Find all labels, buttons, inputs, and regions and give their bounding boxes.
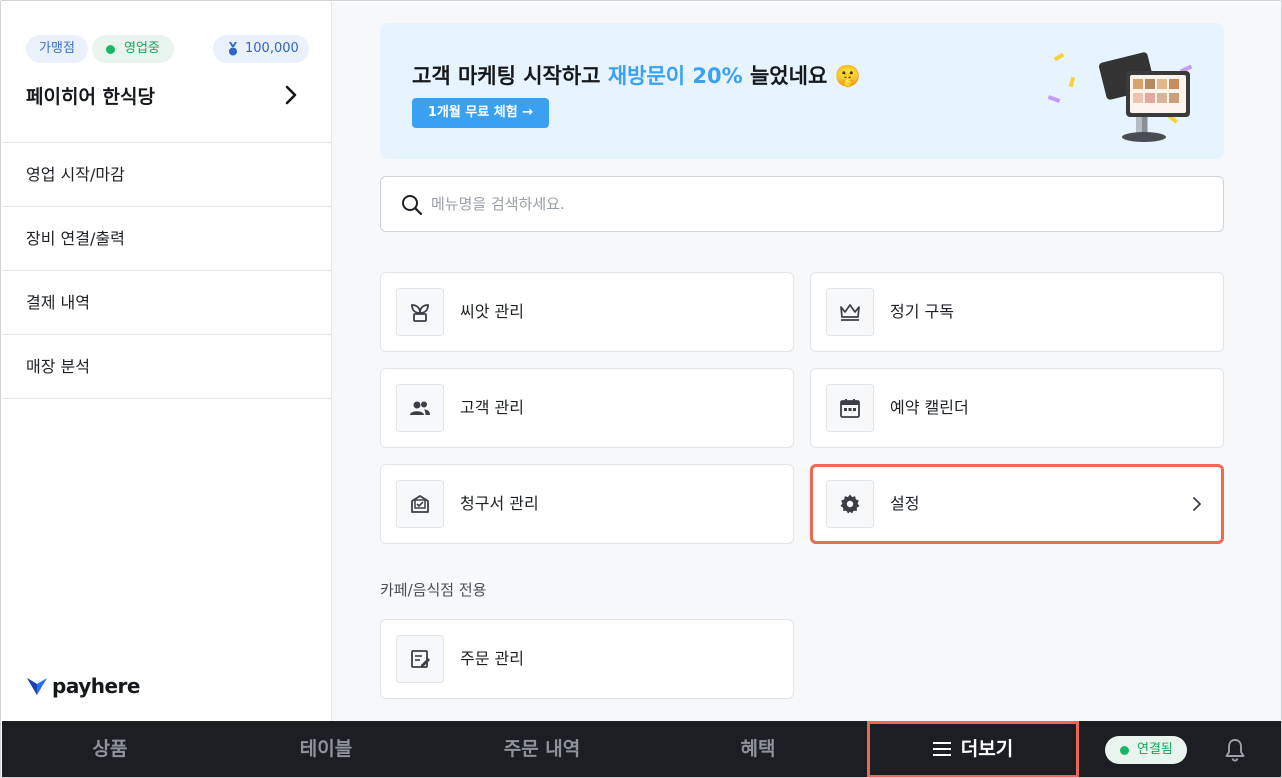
medal-icon [229, 42, 237, 56]
sidebar-item-analytics[interactable]: 매장 분석 [2, 335, 331, 399]
connection-status-badge[interactable]: 연결됨 [1105, 736, 1187, 764]
franchise-badge: 가맹점 [26, 35, 88, 63]
menu-card-orders[interactable]: 주문 관리 [380, 619, 794, 699]
menu-icon [932, 742, 951, 756]
tab-tables[interactable]: 테이블 [218, 721, 434, 777]
marketing-banner[interactable]: 고객 마케팅 시작하고 재방문이 20% 늘었네요 🤫 1개월 무료 체험 → [380, 23, 1224, 159]
chevron-right-icon[interactable] [283, 85, 299, 105]
calendar-icon [826, 384, 874, 432]
menu-card-label: 고객 관리 [460, 398, 524, 417]
status-dot-icon [106, 45, 115, 54]
payhere-logo: payhere [26, 673, 140, 699]
menu-card-subscription[interactable]: 정기 구독 [810, 272, 1224, 352]
main-content: 고객 마케팅 시작하고 재방문이 20% 늘었네요 🤫 1개월 무료 체험 → [332, 2, 1281, 721]
menu-card-label: 씨앗 관리 [460, 302, 524, 321]
open-status-label: 영업중 [124, 41, 160, 56]
points-value: 100,000 [245, 41, 299, 56]
menu-card-settings[interactable]: 설정 [810, 464, 1224, 544]
search-input[interactable] [431, 178, 1191, 230]
logo-text: payhere [52, 674, 140, 698]
chevron-right-icon [1193, 497, 1201, 511]
search-icon [402, 195, 423, 216]
edit-note-icon [396, 635, 444, 683]
payhere-logo-icon [27, 678, 47, 695]
open-status-badge: 영업중 [92, 35, 174, 63]
sidebar-item-devices[interactable]: 장비 연결/출력 [2, 207, 331, 271]
free-trial-button[interactable]: 1개월 무료 체험 → [412, 98, 549, 128]
banner-title-suffix: 늘었네요 🤫 [742, 64, 861, 88]
menu-card-label: 예약 캘린더 [890, 398, 969, 417]
banner-title-highlight: 재방문이 20% [607, 64, 743, 88]
sidebar-item-open-close[interactable]: 영업 시작/마감 [2, 143, 331, 207]
crown-icon [826, 288, 874, 336]
store-name: 페이히어 한식당 [26, 86, 155, 108]
tab-order-history[interactable]: 주문 내역 [434, 721, 650, 777]
connection-status-label: 연결됨 [1137, 742, 1173, 757]
menu-card-label: 정기 구독 [890, 302, 954, 321]
mail-check-icon [396, 480, 444, 528]
menu-card-label: 청구서 관리 [460, 494, 539, 513]
menu-card-reservation[interactable]: 예약 캘린더 [810, 368, 1224, 448]
menu-card-label: 설정 [890, 494, 920, 513]
tab-more[interactable]: 더보기 [867, 721, 1079, 777]
app-window: 가맹점 영업중 100,000 페이히어 한식당 영업 시작/마감 장비 연결/… [0, 0, 1282, 778]
tab-benefits[interactable]: 혜택 [650, 721, 866, 777]
banner-title-prefix: 고객 마케팅 시작하고 [412, 64, 608, 88]
bell-icon[interactable] [1223, 737, 1247, 763]
pos-device-illustration [1047, 52, 1193, 142]
sidebar-item-payments[interactable]: 결제 내역 [2, 271, 331, 335]
section-title-cafe: 카페/음식점 전용 [380, 581, 487, 599]
status-dot-icon [1120, 746, 1129, 755]
menu-card-invoice[interactable]: 청구서 관리 [380, 464, 794, 544]
tab-more-label: 더보기 [960, 738, 1014, 760]
menu-card-label: 주문 관리 [460, 649, 524, 668]
bottom-navigation: 상품 테이블 주문 내역 혜택 더보기 연결됨 [2, 721, 1281, 777]
banner-title: 고객 마케팅 시작하고 재방문이 20% 늘었네요 🤫 [412, 60, 861, 90]
seedling-icon [396, 288, 444, 336]
people-icon [396, 384, 444, 432]
menu-search-box[interactable] [380, 176, 1224, 232]
store-header[interactable]: 가맹점 영업중 100,000 페이히어 한식당 [2, 2, 331, 143]
tab-products[interactable]: 상품 [2, 721, 218, 777]
sidebar: 가맹점 영업중 100,000 페이히어 한식당 영업 시작/마감 장비 연결/… [2, 2, 332, 721]
gear-icon [826, 480, 874, 528]
menu-card-customers[interactable]: 고객 관리 [380, 368, 794, 448]
points-badge[interactable]: 100,000 [213, 35, 309, 63]
menu-card-seed[interactable]: 씨앗 관리 [380, 272, 794, 352]
